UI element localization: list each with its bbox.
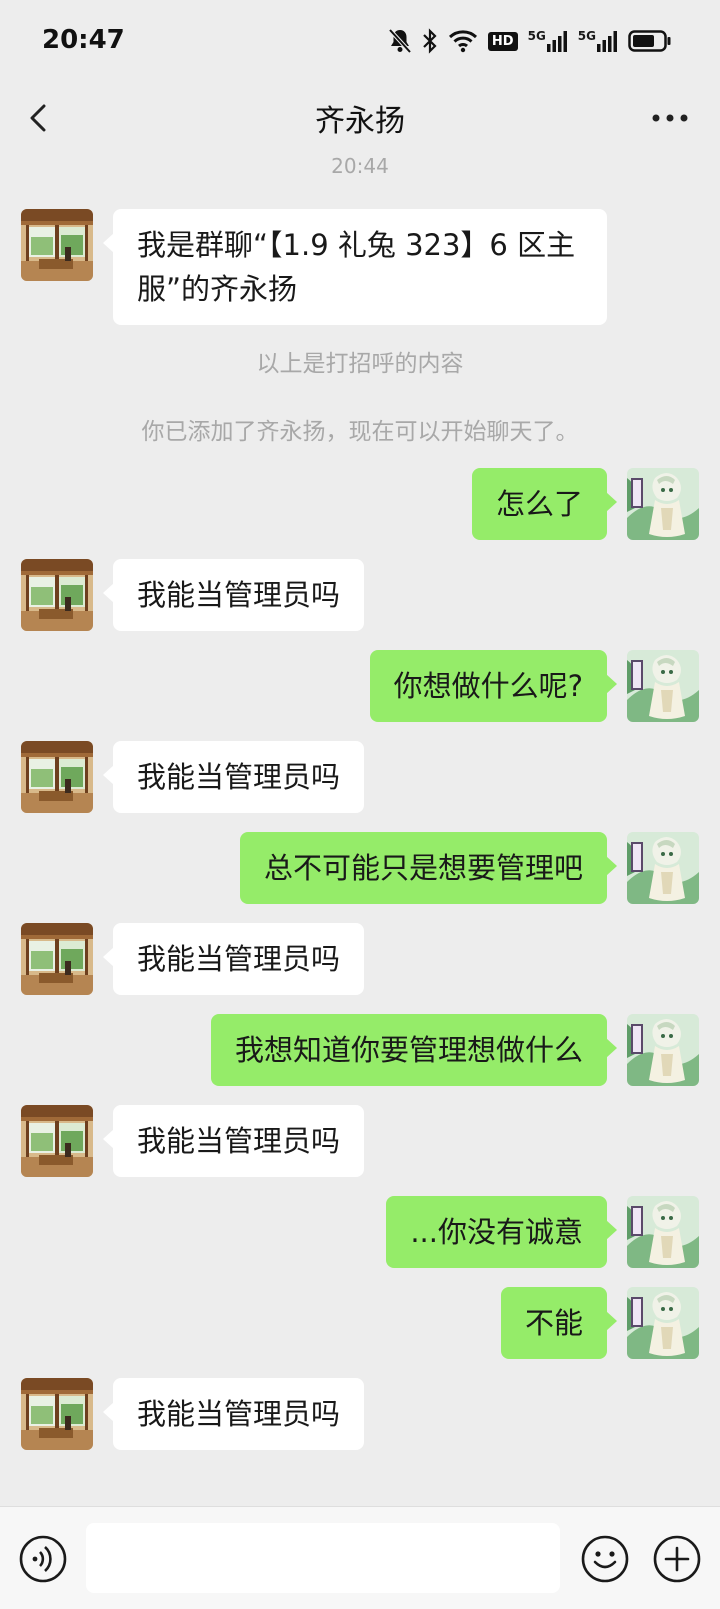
more-button[interactable] bbox=[640, 92, 700, 144]
message-bubble-greeting[interactable]: 我是群聊“【1.9 礼兔 323】6 区主服”的齐永扬 bbox=[103, 209, 607, 325]
message-bubble[interactable]: 怎么了 bbox=[471, 468, 618, 540]
voice-button[interactable] bbox=[18, 1534, 68, 1584]
battery-icon bbox=[628, 29, 672, 53]
status-time: 20:47 bbox=[42, 25, 125, 55]
my-avatar[interactable] bbox=[627, 1196, 699, 1268]
more-dots-icon bbox=[652, 114, 688, 122]
message-bubble[interactable]: 不能 bbox=[500, 1287, 618, 1359]
message-bubble[interactable]: 我能当管理员吗 bbox=[102, 1105, 365, 1177]
my-avatar[interactable] bbox=[627, 468, 699, 540]
message-bubble[interactable]: 我能当管理员吗 bbox=[102, 559, 365, 631]
emoji-icon bbox=[581, 1535, 629, 1583]
signal-5g-icon: 5G bbox=[528, 30, 568, 52]
my-avatar[interactable] bbox=[627, 1014, 699, 1086]
contact-avatar[interactable] bbox=[21, 923, 93, 995]
plus-icon bbox=[653, 1535, 701, 1583]
contact-avatar[interactable] bbox=[21, 559, 93, 631]
bluetooth-icon bbox=[422, 28, 438, 54]
message-bubble[interactable]: 总不可能只是想要管理吧 bbox=[239, 832, 618, 904]
message-bubble[interactable]: 你想做什么呢? bbox=[369, 650, 618, 722]
message-timestamp: 20:44 bbox=[331, 154, 389, 178]
my-avatar[interactable] bbox=[627, 832, 699, 904]
plus-button[interactable] bbox=[652, 1534, 702, 1584]
my-avatar[interactable] bbox=[627, 650, 699, 722]
hd-icon: HD bbox=[487, 31, 518, 51]
chat-messages[interactable]: 20:44 我是群聊“【1.9 礼兔 323】6 区主服”的齐永扬 以上是打招呼… bbox=[0, 150, 720, 1506]
contact-avatar[interactable] bbox=[21, 1378, 93, 1450]
my-avatar[interactable] bbox=[627, 1287, 699, 1359]
network-label: 5G bbox=[577, 29, 596, 43]
message-bubble[interactable]: ...你没有诚意 bbox=[386, 1196, 617, 1268]
contact-avatar[interactable] bbox=[21, 1105, 93, 1177]
wifi-icon bbox=[448, 29, 478, 53]
input-bar bbox=[0, 1506, 720, 1609]
mute-bell-icon bbox=[388, 28, 412, 54]
contact-avatar[interactable] bbox=[21, 209, 93, 281]
message-bubble[interactable]: 我能当管理员吗 bbox=[102, 741, 365, 813]
network-label: 5G bbox=[527, 29, 546, 43]
system-tip-added: 你已添加了齐永扬，现在可以开始聊天了。 bbox=[141, 419, 579, 445]
message-input[interactable] bbox=[86, 1523, 560, 1593]
message-bubble[interactable]: 我能当管理员吗 bbox=[102, 923, 365, 995]
chat-title: 齐永扬 bbox=[315, 104, 405, 139]
system-tip-greeting: 以上是打招呼的内容 bbox=[256, 351, 464, 377]
message-bubble[interactable]: 我想知道你要管理想做什么 bbox=[210, 1014, 618, 1086]
status-bar: 20:47 HD 5G 5G bbox=[0, 0, 720, 82]
chat-header: 齐永扬 bbox=[0, 82, 720, 160]
signal-5g-icon: 5G bbox=[578, 30, 618, 52]
contact-avatar[interactable] bbox=[21, 741, 93, 813]
status-icons: HD 5G 5G bbox=[388, 26, 672, 56]
message-bubble[interactable]: 我能当管理员吗 bbox=[102, 1378, 365, 1450]
voice-icon bbox=[19, 1535, 67, 1583]
emoji-button[interactable] bbox=[580, 1534, 630, 1584]
